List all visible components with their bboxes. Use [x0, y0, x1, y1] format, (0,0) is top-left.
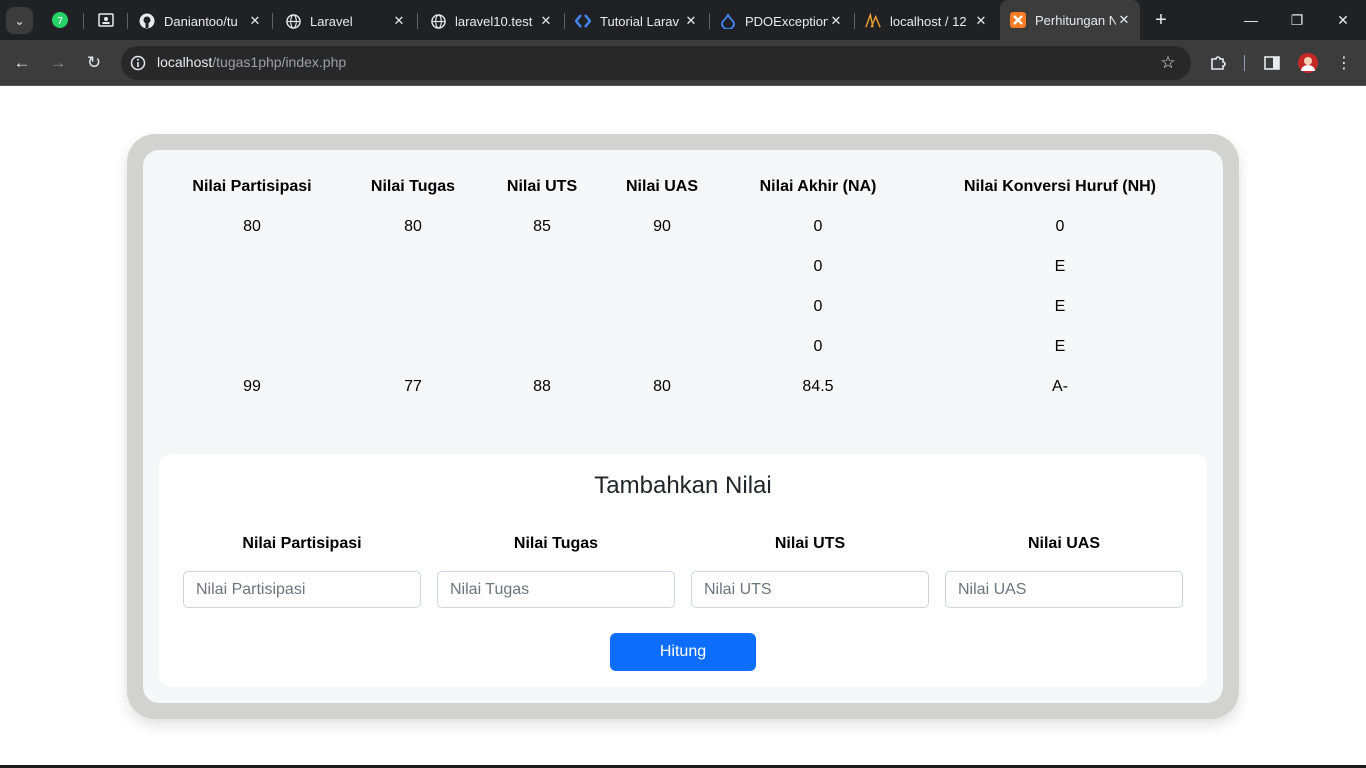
code-icon — [575, 13, 591, 29]
tab-title: Perhitungan N — [1035, 12, 1116, 28]
column-header: Nilai Konversi Huruf (NH) — [963, 178, 1157, 195]
table-cell: 99 — [243, 378, 261, 395]
url-text[interactable]: localhost/tugas1php/index.php — [157, 54, 346, 70]
tab-title: PDOException — [745, 13, 828, 29]
tab-tutorial-laravel[interactable]: Tutorial Larav ✕ — [565, 8, 707, 34]
whatsapp-icon[interactable]: 7 — [50, 10, 70, 30]
nilai-tugas-input[interactable] — [437, 571, 675, 608]
table-cell: E — [1054, 338, 1066, 355]
nilai-partisipasi-input[interactable] — [183, 571, 421, 608]
close-tab-icon[interactable]: ✕ — [683, 13, 699, 29]
form-title: Tambahkan Nilai — [594, 472, 772, 499]
tab-pdoexception[interactable]: PDOException ✕ — [710, 8, 852, 34]
tab-phpmyadmin[interactable]: localhost / 12 ✕ — [855, 8, 997, 34]
contact-card-icon[interactable] — [96, 10, 116, 30]
tab-perhitungan-nilai[interactable]: Perhitungan N ✕ — [1000, 0, 1140, 40]
close-tab-icon[interactable]: ✕ — [973, 13, 989, 29]
extensions-puzzle-icon[interactable] — [1206, 51, 1230, 75]
svg-text:7: 7 — [57, 16, 63, 27]
tab-title: laravel10.test — [455, 13, 533, 29]
restore-icon[interactable]: ❐ — [1287, 10, 1307, 30]
table-cell: 77 — [404, 378, 422, 395]
globe-icon — [430, 13, 446, 29]
table-cell: 80 — [653, 378, 671, 395]
address-bar[interactable]: localhost/tugas1php/index.php ☆ — [121, 46, 1191, 80]
close-tab-icon[interactable]: ✕ — [247, 13, 263, 29]
table-cell: 0 — [1055, 218, 1065, 235]
column-header: Nilai UTS — [506, 178, 578, 195]
hitung-button[interactable]: Hitung — [610, 633, 756, 671]
tab-title: Laravel — [310, 13, 353, 29]
site-info-icon[interactable] — [127, 52, 149, 74]
close-window-icon[interactable]: ✕ — [1333, 10, 1353, 30]
reload-icon[interactable]: ↻ — [82, 51, 106, 75]
table-cell: 0 — [813, 338, 823, 355]
tab-title: localhost / 12 — [890, 13, 967, 29]
column-header: Nilai Akhir (NA) — [759, 178, 877, 195]
table-cell: 88 — [533, 378, 551, 395]
xampp-icon — [1010, 12, 1026, 28]
table-cell: 0 — [813, 258, 823, 275]
drupal-icon — [720, 13, 736, 29]
new-tab-plus-icon[interactable]: + — [1151, 9, 1171, 31]
table-cell: E — [1054, 258, 1066, 275]
field-label-uts: Nilai UTS — [774, 535, 846, 552]
nilai-uas-input[interactable] — [945, 571, 1183, 608]
tab-laravel10-test[interactable]: laravel10.test ✕ — [420, 8, 562, 34]
tab-search-chevron-icon[interactable]: ⌄ — [6, 7, 33, 34]
globe-icon — [285, 13, 301, 29]
table-cell: 85 — [533, 218, 551, 235]
minimize-icon[interactable]: — — [1241, 10, 1261, 30]
close-tab-icon[interactable]: ✕ — [1116, 12, 1132, 28]
github-icon — [139, 13, 155, 29]
menu-kebab-icon[interactable]: ⋮ — [1332, 51, 1356, 75]
table-cell: 0 — [813, 218, 823, 235]
table-cell: 80 — [243, 218, 261, 235]
field-label-tugas: Nilai Tugas — [513, 535, 599, 552]
table-cell: 90 — [653, 218, 671, 235]
content-container: Nilai Partisipasi Nilai Tugas Nilai UTS … — [143, 150, 1223, 703]
back-arrow-icon[interactable]: ← — [10, 51, 34, 75]
table-cell: E — [1054, 298, 1066, 315]
tab-title: Daniantoo/tu — [164, 13, 238, 29]
column-header: Nilai Tugas — [370, 178, 456, 195]
column-header: Nilai UAS — [625, 178, 699, 195]
close-tab-icon[interactable]: ✕ — [538, 13, 554, 29]
add-grade-form: Tambahkan Nilai Nilai Partisipasi Nilai … — [159, 454, 1207, 687]
bookmark-star-icon[interactable]: ☆ — [1157, 52, 1179, 74]
phpmyadmin-icon — [865, 13, 881, 29]
field-label-partisipasi: Nilai Partisipasi — [242, 535, 362, 552]
nilai-uts-input[interactable] — [691, 571, 929, 608]
table-cell: 84.5 — [802, 378, 834, 395]
tab-github[interactable]: Daniantoo/tu ✕ — [129, 8, 271, 34]
field-label-uas: Nilai UAS — [1027, 535, 1100, 552]
close-tab-icon[interactable]: ✕ — [391, 13, 407, 29]
tab-laravel[interactable]: Laravel ✕ — [275, 8, 415, 34]
tab-title: Tutorial Larav — [600, 13, 679, 29]
side-panel-icon[interactable] — [1260, 51, 1284, 75]
forward-arrow-icon[interactable]: → — [46, 51, 70, 75]
column-header: Nilai Partisipasi — [192, 178, 312, 195]
table-cell: 0 — [813, 298, 823, 315]
browser-tab-bar: ⌄ 7 Daniantoo/tu ✕ Laravel ✕ laravel10.t… — [0, 0, 1366, 40]
page-frame: Nilai Partisipasi Nilai Tugas Nilai UTS … — [127, 134, 1239, 719]
table-cell: 80 — [404, 218, 422, 235]
table-cell: A- — [1052, 378, 1068, 395]
close-tab-icon[interactable]: ✕ — [828, 13, 844, 29]
browser-toolbar: ← → ↻ localhost/tugas1php/index.php ☆ ⋮ — [0, 40, 1366, 86]
profile-avatar[interactable] — [1296, 51, 1320, 75]
